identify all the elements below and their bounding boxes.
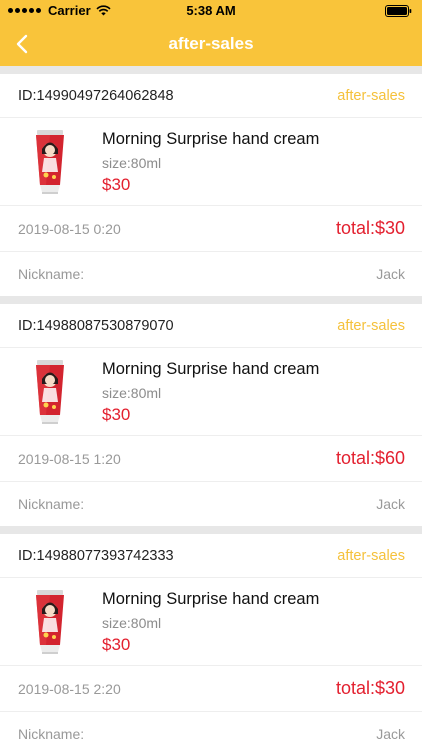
order-date: 2019-08-15 1:20: [18, 450, 121, 467]
order-date: 2019-08-15 0:20: [18, 220, 121, 237]
nickname-row: Nickname: Jack: [0, 712, 422, 756]
order-id: ID:14988087530879070: [18, 317, 174, 334]
nickname-row: Nickname: Jack: [0, 482, 422, 526]
product-image: [20, 128, 80, 196]
product-name: Morning Surprise hand cream: [102, 130, 320, 148]
product-size: size:80ml: [102, 615, 162, 631]
order-summary: 2019-08-15 0:20 total:$30: [0, 206, 422, 252]
status-bar: Carrier 5:38 AM: [0, 0, 422, 22]
nickname-value: Jack: [376, 266, 405, 282]
order-header: ID:14990497264062848 after-sales: [0, 74, 422, 118]
product-row[interactable]: Morning Surprise hand cream size:80ml $3…: [0, 578, 422, 666]
app-header: Carrier 5:38 AM after-sales: [0, 0, 422, 66]
order-card[interactable]: ID:14988087530879070 after-sales Morning…: [0, 304, 422, 526]
order-header: ID:14988087530879070 after-sales: [0, 304, 422, 348]
section-separator: [0, 526, 422, 534]
product-name: Morning Surprise hand cream: [102, 590, 320, 608]
status-badge[interactable]: after-sales: [337, 318, 405, 334]
product-name: Morning Surprise hand cream: [102, 360, 320, 378]
nickname-label: Nickname:: [18, 726, 85, 742]
nav-bar: after-sales: [0, 22, 422, 66]
order-header: ID:14988077393742333 after-sales: [0, 534, 422, 578]
order-date: 2019-08-15 2:20: [18, 680, 121, 697]
nickname-value: Jack: [376, 726, 405, 742]
order-summary: 2019-08-15 1:20 total:$60: [0, 436, 422, 482]
product-size: size:80ml: [102, 155, 162, 171]
product-price: $30: [102, 405, 131, 424]
section-separator: [0, 296, 422, 304]
order-id: ID:14990497264062848: [18, 87, 174, 104]
product-image: [20, 358, 80, 426]
order-summary: 2019-08-15 2:20 total:$30: [0, 666, 422, 712]
product-image: [20, 588, 80, 656]
order-card[interactable]: ID:14990497264062848 after-sales Morning…: [0, 74, 422, 296]
order-id: ID:14988077393742333: [18, 547, 174, 564]
order-card[interactable]: ID:14988077393742333 after-sales Morning…: [0, 534, 422, 756]
nickname-label: Nickname:: [18, 266, 85, 282]
order-total: total:$30: [335, 218, 405, 238]
product-price: $30: [102, 175, 131, 194]
battery-icon: [385, 4, 412, 22]
nickname-row: Nickname: Jack: [0, 252, 422, 296]
section-separator: [0, 66, 422, 74]
status-badge[interactable]: after-sales: [337, 548, 405, 564]
order-total: total:$60: [335, 448, 405, 468]
nickname-value: Jack: [376, 496, 405, 512]
product-row[interactable]: Morning Surprise hand cream size:80ml $3…: [0, 348, 422, 436]
nickname-label: Nickname:: [18, 496, 85, 512]
order-list: ID:14990497264062848 after-sales Morning…: [0, 66, 422, 756]
product-price: $30: [102, 635, 131, 654]
page-title: after-sales: [168, 34, 254, 53]
product-row[interactable]: Morning Surprise hand cream size:80ml $3…: [0, 118, 422, 206]
status-badge[interactable]: after-sales: [337, 88, 405, 104]
order-total: total:$30: [335, 678, 405, 698]
clock: 5:38 AM: [186, 3, 236, 18]
product-size: size:80ml: [102, 385, 162, 401]
